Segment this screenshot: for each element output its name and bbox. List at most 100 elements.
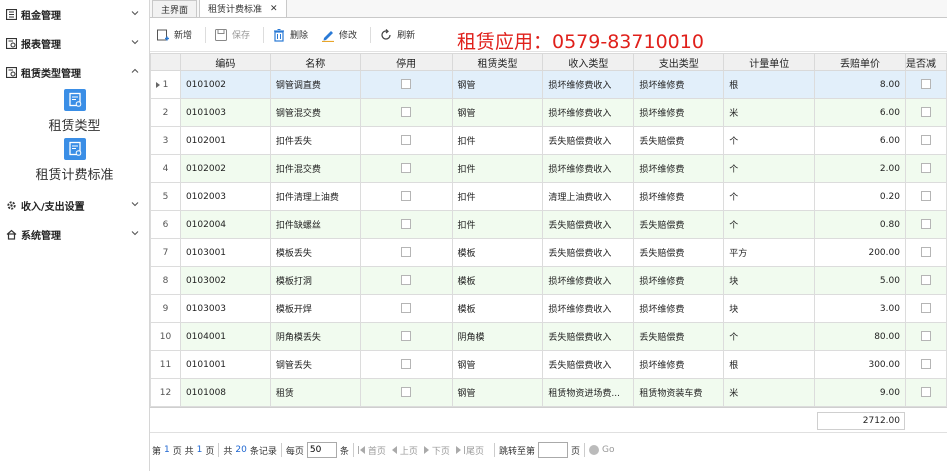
- cell-loss-price[interactable]: 0.80: [814, 210, 906, 239]
- cell-disabled[interactable]: [359, 154, 453, 183]
- cell-lease-type[interactable]: 钢管: [451, 98, 544, 127]
- cell-unit[interactable]: 根: [723, 70, 816, 99]
- menu-lease-type-management[interactable]: 租赁类型管理: [0, 58, 149, 87]
- cell-disabled[interactable]: [359, 238, 453, 267]
- disabled-checkbox[interactable]: [401, 219, 412, 230]
- cell-unit[interactable]: 平方: [723, 238, 816, 267]
- cell-loss-price[interactable]: 80.00: [814, 322, 906, 351]
- cell-disabled[interactable]: [359, 70, 453, 99]
- cell-deduct[interactable]: [904, 322, 947, 351]
- cell-disabled[interactable]: [359, 182, 453, 211]
- go-button[interactable]: Go: [588, 445, 614, 455]
- table-row[interactable]: 8 0103002 模板打洞 模板 损坏维修费收入 损坏维修费块 5.00: [150, 266, 947, 295]
- cell-unit[interactable]: 根: [723, 350, 816, 379]
- cell-loss-price[interactable]: 5.00: [814, 266, 906, 295]
- deduct-checkbox[interactable]: [920, 191, 931, 202]
- delete-button[interactable]: 删除: [272, 28, 308, 42]
- header-name[interactable]: 名称: [269, 53, 361, 71]
- cell-code[interactable]: 0102003: [179, 182, 271, 211]
- disabled-checkbox[interactable]: [401, 191, 412, 202]
- cell-name[interactable]: 钢管丢失: [269, 350, 361, 379]
- cell-disabled[interactable]: [359, 126, 453, 155]
- cell-lease-type[interactable]: 钢管: [451, 70, 544, 99]
- cell-deduct[interactable]: [904, 182, 947, 211]
- deduct-checkbox[interactable]: [920, 275, 931, 286]
- header-deduct[interactable]: 是否减: [904, 53, 947, 71]
- cell-deduct[interactable]: [904, 266, 947, 295]
- cell-loss-price[interactable]: 3.00: [814, 294, 906, 323]
- save-button[interactable]: 保存: [214, 28, 250, 42]
- tab-lease-billing-standard[interactable]: 租赁计费标准 ✕: [199, 0, 287, 17]
- cell-deduct[interactable]: [904, 378, 947, 407]
- deduct-checkbox[interactable]: [920, 331, 931, 342]
- cell-name[interactable]: 模板打洞: [269, 266, 361, 295]
- deduct-checkbox[interactable]: [920, 247, 931, 258]
- header-code[interactable]: 编码: [179, 53, 271, 71]
- table-row[interactable]: 4 0102002 扣件混交费 扣件 损坏维修费收入 损坏维修费个 2.00: [150, 154, 947, 183]
- header-expense-type[interactable]: 支出类型: [633, 53, 725, 71]
- cell-income-type[interactable]: 清理上油费收入: [542, 182, 635, 211]
- cell-disabled[interactable]: [359, 378, 453, 407]
- next-page-button[interactable]: 下页: [423, 444, 450, 457]
- disabled-checkbox[interactable]: [401, 163, 412, 174]
- cell-loss-price[interactable]: 300.00: [814, 350, 906, 379]
- disabled-checkbox[interactable]: [401, 303, 412, 314]
- cell-code[interactable]: 0104001: [179, 322, 271, 351]
- table-row[interactable]: 7 0103001 模板丢失 模板 丢失赔偿费收入 丢失赔偿费 平方 200.00: [150, 238, 947, 267]
- cell-lease-type[interactable]: 扣件: [451, 182, 544, 211]
- cell-expense-type[interactable]: 丢失赔偿费: [633, 238, 725, 267]
- cell-disabled[interactable]: [359, 294, 453, 323]
- cell-code[interactable]: 0101002: [179, 70, 271, 99]
- cell-disabled[interactable]: [359, 98, 453, 127]
- cell-expense-type[interactable]: 损坏维修费: [633, 154, 725, 183]
- cell-loss-price[interactable]: 2.00: [814, 154, 906, 183]
- cell-disabled[interactable]: [359, 210, 453, 239]
- header-disabled[interactable]: 停用: [359, 53, 453, 71]
- header-loss-price[interactable]: 丢赔单价: [814, 53, 906, 71]
- refresh-button[interactable]: 刷新: [379, 28, 415, 42]
- table-row[interactable]: 1 0101002 钢管调直费 钢管 损坏维修费收入 损坏维修费根 8.00: [150, 70, 947, 99]
- last-page-button[interactable]: 尾页: [455, 444, 484, 457]
- cell-name[interactable]: 模板开焊: [269, 294, 361, 323]
- cell-unit[interactable]: 个: [723, 182, 816, 211]
- table-row[interactable]: 2 0101003 钢管混交费 钢管 损坏维修费收入 损坏维修费米 6.00: [150, 98, 947, 127]
- cell-code[interactable]: 0103002: [179, 266, 271, 295]
- prev-page-button[interactable]: 上页: [391, 444, 418, 457]
- cell-income-type[interactable]: 丢失赔偿费收入: [542, 322, 635, 351]
- cell-lease-type[interactable]: 模板: [451, 238, 544, 267]
- cell-income-type[interactable]: 租赁物资进场费...: [542, 378, 635, 407]
- cell-unit[interactable]: 块: [723, 294, 816, 323]
- cell-income-type[interactable]: 丢失赔偿费收入: [542, 210, 635, 239]
- cell-income-type[interactable]: 丢失赔偿费收入: [542, 126, 635, 155]
- table-row[interactable]: 3 0102001 扣件丢失 扣件 丢失赔偿费收入 丢失赔偿费个 6.00: [150, 126, 947, 155]
- cell-expense-type[interactable]: 丢失赔偿费: [633, 322, 725, 351]
- table-row[interactable]: 9 0103003 模板开焊 模板 损坏维修费收入 损坏维修费块 3.00: [150, 294, 947, 323]
- cell-lease-type[interactable]: 扣件: [451, 210, 544, 239]
- deduct-checkbox[interactable]: [920, 163, 931, 174]
- cell-income-type[interactable]: 损坏维修费收入: [542, 154, 635, 183]
- cell-name[interactable]: 租赁: [269, 378, 361, 407]
- cell-deduct[interactable]: [904, 210, 947, 239]
- cell-unit[interactable]: 块: [723, 266, 816, 295]
- menu-rent-management[interactable]: 租金管理: [0, 0, 149, 29]
- disabled-checkbox[interactable]: [401, 359, 412, 370]
- cell-code[interactable]: 0101001: [179, 350, 271, 379]
- cell-disabled[interactable]: [359, 322, 453, 351]
- disabled-checkbox[interactable]: [401, 275, 412, 286]
- cell-code[interactable]: 0102001: [179, 126, 271, 155]
- cell-expense-type[interactable]: 损坏维修费: [633, 98, 725, 127]
- cell-code[interactable]: 0101003: [179, 98, 271, 127]
- cell-income-type[interactable]: 损坏维修费收入: [542, 294, 635, 323]
- menu-income-expense-settings[interactable]: 收入/支出设置: [0, 191, 149, 220]
- cell-loss-price[interactable]: 200.00: [814, 238, 906, 267]
- cell-loss-price[interactable]: 6.00: [814, 98, 906, 127]
- tab-home[interactable]: 主界面: [152, 0, 198, 17]
- cell-code[interactable]: 0102004: [179, 210, 271, 239]
- edit-button[interactable]: 修改: [321, 28, 357, 42]
- cell-lease-type[interactable]: 模板: [451, 294, 544, 323]
- deduct-checkbox[interactable]: [920, 303, 931, 314]
- table-row[interactable]: 12 0101008 租赁 钢管 租赁物资进场费... 租赁物资装车费米 9.00: [150, 378, 947, 407]
- deduct-checkbox[interactable]: [920, 387, 931, 398]
- cell-loss-price[interactable]: 9.00: [814, 378, 906, 407]
- header-unit[interactable]: 计量单位: [723, 53, 816, 71]
